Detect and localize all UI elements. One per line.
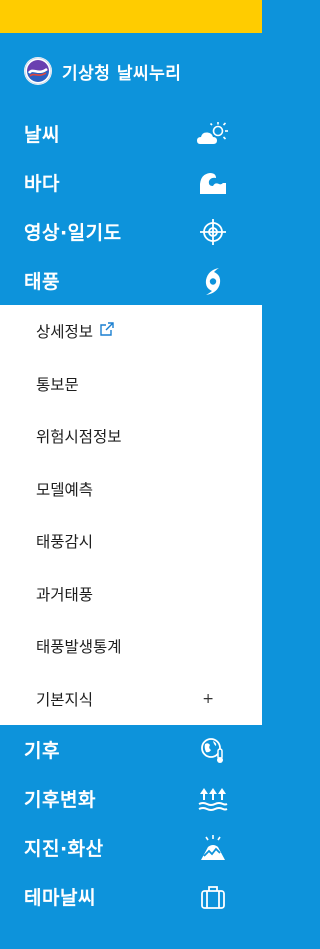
menu-item-ocean[interactable]: 바다	[0, 158, 262, 207]
menu-item-weather[interactable]: 날씨	[0, 109, 262, 158]
menu-item-label: 지진·화산	[24, 838, 104, 860]
submenu-item-risk-time-info[interactable]: 위험시점정보	[0, 410, 262, 463]
typhoon-icon	[196, 266, 230, 296]
submenu-item-detail-info[interactable]: 상세정보	[0, 305, 262, 358]
menu-item-satellite-chart[interactable]: 영상·일기도	[0, 207, 262, 256]
submenu-item-label: 태풍감시	[36, 533, 94, 552]
external-link-icon	[99, 321, 115, 341]
menu-item-label: 기후	[24, 740, 60, 762]
menu-item-climate-change[interactable]: 기후변화	[0, 774, 262, 823]
kma-emblem-icon	[24, 57, 52, 85]
typhoon-submenu: 상세정보 통보문 위험시점정보 모델예측 태풍감시 과거태풍 태풍발생통계 기본…	[0, 305, 262, 725]
submenu-item-label: 과거태풍	[36, 585, 94, 604]
sidebar-menu: 날씨 바다 영상·일기도 태풍 상세정보 통보문 위험시점정보 모델예측 태풍감…	[0, 109, 262, 921]
menu-item-climate[interactable]: 기후	[0, 725, 262, 774]
site-header[interactable]: 기상청 날씨누리	[0, 33, 262, 109]
submenu-item-past-typhoons[interactable]: 과거태풍	[0, 568, 262, 621]
submenu-item-label: 모델예측	[36, 480, 94, 499]
briefcase-icon	[196, 882, 230, 912]
submenu-item-bulletin[interactable]: 통보문	[0, 358, 262, 411]
submenu-item-typhoon-statistics[interactable]: 태풍발생통계	[0, 620, 262, 673]
submenu-item-label: 기본지식	[36, 690, 94, 709]
menu-item-label: 태풍	[24, 271, 60, 293]
menu-item-label: 영상·일기도	[24, 222, 122, 244]
earthquake-volcano-icon	[196, 833, 230, 863]
menu-item-label: 기후변화	[24, 789, 96, 811]
ocean-wave-icon	[196, 168, 230, 198]
radar-target-icon	[196, 217, 230, 247]
menu-item-theme-weather[interactable]: 테마날씨	[0, 872, 262, 921]
menu-item-label: 바다	[24, 173, 60, 195]
expand-plus-icon[interactable]: +	[202, 691, 214, 707]
menu-item-label: 테마날씨	[24, 887, 96, 909]
climate-change-icon	[196, 784, 230, 814]
submenu-item-basic-knowledge[interactable]: 기본지식 +	[0, 673, 262, 726]
submenu-item-label: 통보문	[36, 375, 79, 394]
menu-item-earthquake-volcano[interactable]: 지진·화산	[0, 823, 262, 872]
submenu-item-label: 위험시점정보	[36, 428, 122, 447]
site-name: 기상청 날씨누리	[62, 63, 182, 84]
globe-thermometer-icon	[196, 735, 230, 765]
submenu-item-label: 태풍발생통계	[36, 638, 122, 657]
menu-item-typhoon[interactable]: 태풍	[0, 256, 262, 305]
submenu-item-model-forecast[interactable]: 모델예측	[0, 463, 262, 516]
submenu-item-typhoon-watch[interactable]: 태풍감시	[0, 515, 262, 568]
top-accent-bar	[0, 0, 262, 33]
weather-sun-cloud-icon	[196, 119, 230, 149]
menu-item-label: 날씨	[24, 124, 60, 146]
submenu-item-label: 상세정보	[36, 323, 94, 342]
